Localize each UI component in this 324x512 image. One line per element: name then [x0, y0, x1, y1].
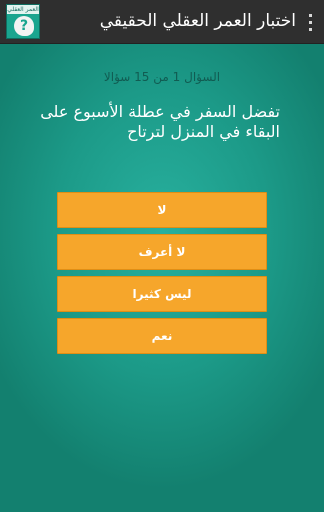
- app-title: اختبار العمر العقلي الحقيقي: [99, 11, 296, 31]
- question-mark-icon: ?: [19, 18, 29, 34]
- answer-button-not-much[interactable]: ليس كثيرا: [57, 276, 267, 312]
- app-logo-banner: العمر العقلي: [7, 5, 39, 14]
- question-text: تفضل السفر في عطلة الأسبوع على البقاء في…: [40, 102, 280, 141]
- overflow-menu-icon[interactable]: [304, 12, 318, 32]
- head-silhouette-icon: ?: [14, 16, 34, 36]
- quiz-content: السؤال 1 من 15 سؤالا تفضل السفر في عطلة …: [0, 44, 324, 512]
- app-bar: العمر العقلي ? اختبار العمر العقلي الحقي…: [0, 0, 324, 44]
- answer-list: لا لا أعرف ليس كثيرا نعم: [57, 192, 267, 360]
- answer-button-yes[interactable]: نعم: [57, 318, 267, 354]
- question-counter: السؤال 1 من 15 سؤالا: [103, 70, 221, 84]
- answer-button-dont-know[interactable]: لا أعرف: [57, 234, 267, 270]
- app-logo-icon[interactable]: العمر العقلي ?: [6, 4, 40, 39]
- answer-button-no[interactable]: لا: [57, 192, 267, 228]
